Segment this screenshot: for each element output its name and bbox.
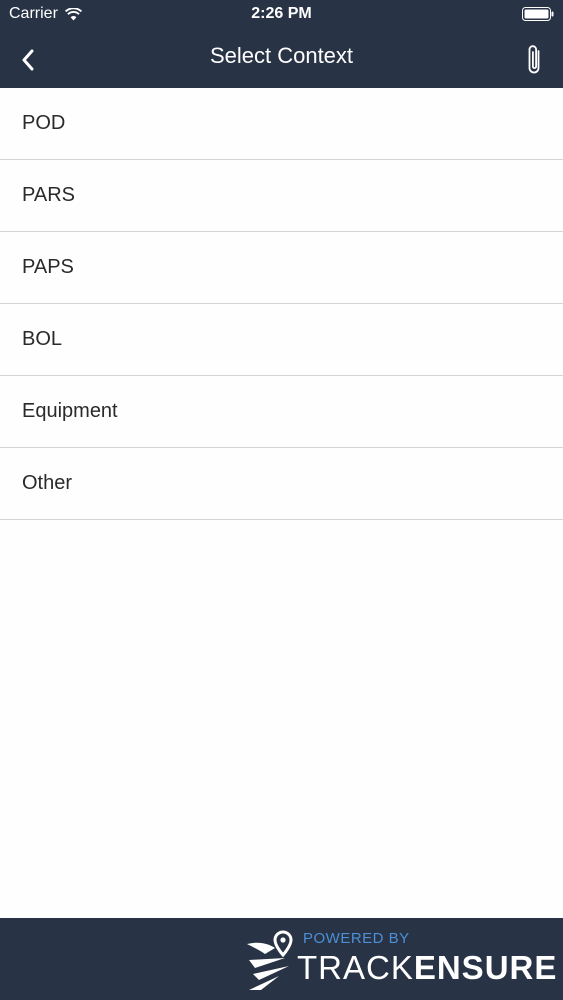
trackensure-brand: POWERED BY TRACKENSURE [245,924,557,996]
context-item-pod[interactable]: POD [0,88,563,160]
context-item-paps[interactable]: PAPS [0,232,563,304]
paperclip-icon [528,45,540,74]
page-title: Select Context [209,43,354,68]
brand-name: TRACKENSURE [297,949,557,987]
context-item-label: BOL [22,328,63,350]
context-item-bol[interactable]: BOL [0,304,563,376]
navigation-bar: Select Context [0,30,563,88]
brand-name-ensure: ENSURE [413,949,558,986]
context-item-label: PARS [22,184,75,206]
context-item-label: PAPS [22,256,74,278]
powered-by-label: POWERED BY [303,930,410,947]
attach-button[interactable] [521,40,549,80]
footer-bar: POWERED BY TRACKENSURE [0,918,563,1000]
status-bar: Carrier 2:26 PM [0,0,563,30]
battery-icon [522,7,554,21]
context-item-pars[interactable]: PARS [0,160,563,232]
context-item-label: Equipment [22,400,118,422]
top-bar: Carrier 2:26 PM Select Context [0,0,563,88]
brand-name-track: TRACK [297,949,414,986]
context-item-other[interactable]: Other [0,448,563,520]
status-time: 2:26 PM [251,5,312,22]
context-item-label: Other [22,472,73,494]
context-item-label: POD [22,112,66,134]
context-list: POD PARS PAPS BOL Equipment Other [0,88,563,520]
context-item-equipment[interactable]: Equipment [0,376,563,448]
